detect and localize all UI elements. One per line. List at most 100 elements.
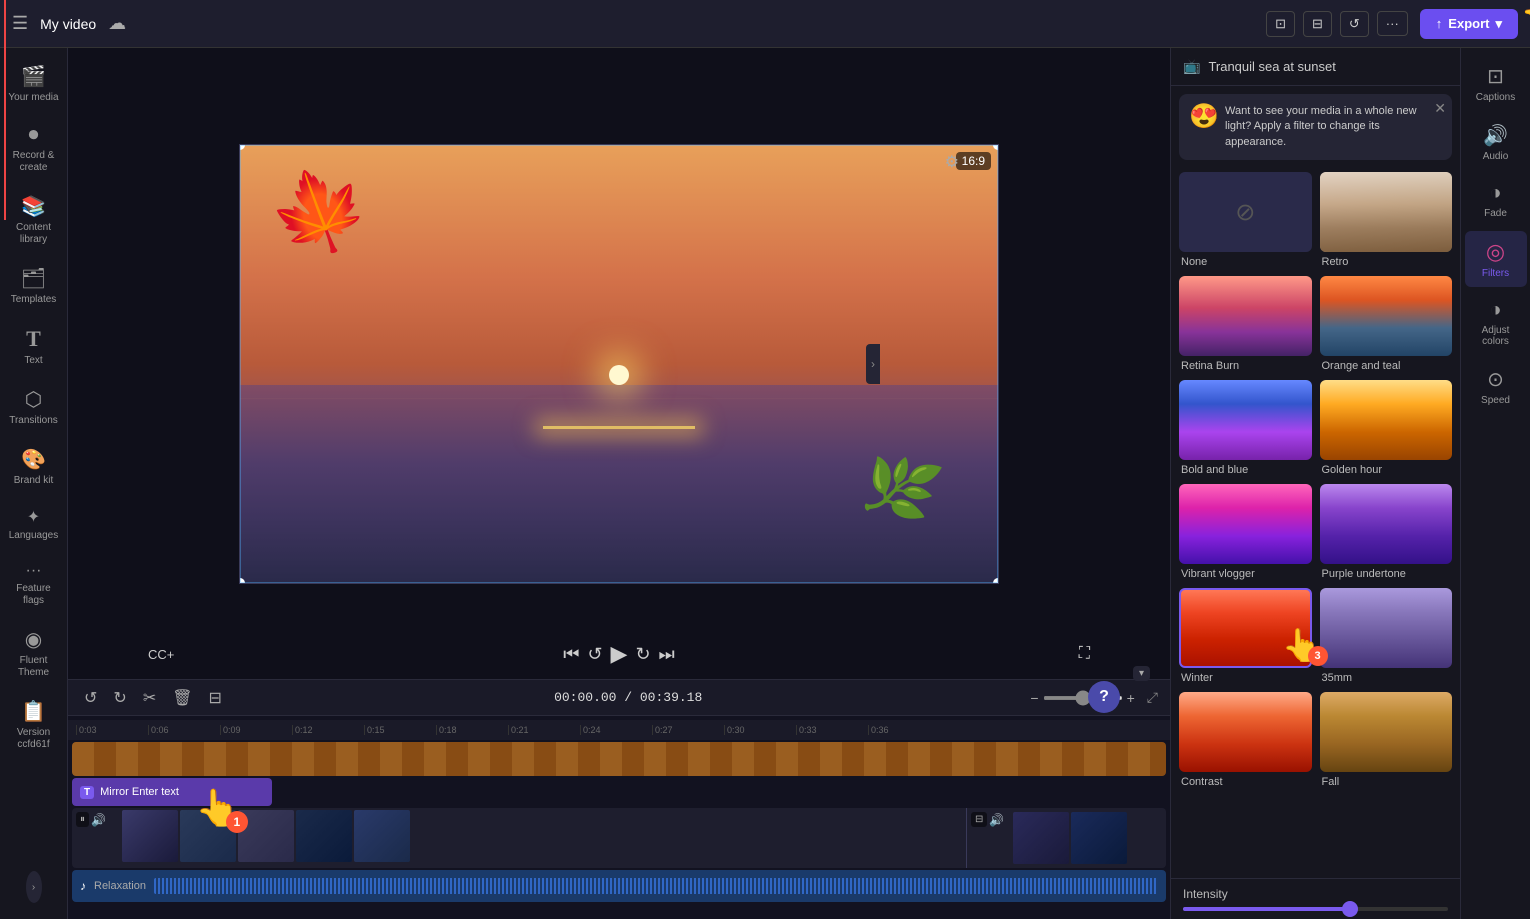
tl-redo-btn[interactable]: ↻ bbox=[109, 686, 130, 710]
sidebar-item-languages[interactable]: ✦ Languages bbox=[4, 499, 64, 550]
rewind-btn[interactable]: ↺ bbox=[583, 640, 606, 669]
text-icon: T bbox=[26, 326, 41, 352]
filter-item-retina-burn[interactable]: Retina Burn bbox=[1179, 276, 1312, 372]
video-track-vol-btn[interactable]: 🔊 bbox=[91, 813, 106, 827]
tooltip-text: Want to see your media in a whole new li… bbox=[1225, 104, 1440, 150]
sidebar-item-label-brand: Brand kit bbox=[14, 475, 53, 487]
zoom-in-btn[interactable]: + bbox=[1127, 690, 1135, 706]
timeline-content: 0:03 0:06 0:09 0:12 0:15 0:18 0:21 0:24 … bbox=[68, 716, 1170, 908]
fr-item-filters[interactable]: ◎ Filters 👆 2 bbox=[1465, 231, 1527, 287]
filter-item-bold-blue[interactable]: Bold and blue bbox=[1179, 380, 1312, 476]
tooltip-close-btn[interactable]: ✕ bbox=[1434, 100, 1446, 117]
center-area: 🍁 🌿 16:9 ⚙ › bbox=[68, 48, 1170, 919]
sidebar-item-templates[interactable]: 🗂 Templates bbox=[4, 258, 64, 314]
video-track[interactable]: ⏸ 🔊 ⊟ 🔊 bbox=[72, 808, 1166, 868]
skip-forward-btn[interactable]: ⏭ bbox=[655, 640, 679, 669]
video-frame bbox=[122, 810, 178, 862]
intensity-section: Intensity bbox=[1171, 878, 1460, 919]
export-button[interactable]: ↑ Export ▾ bbox=[1420, 9, 1518, 39]
fullscreen-btn[interactable]: ⛶ bbox=[1079, 645, 1090, 663]
filter-item-fall[interactable]: Fall bbox=[1320, 692, 1453, 788]
tl-delete-btn[interactable]: 🗑 bbox=[168, 686, 196, 710]
text-track-label: Mirror Enter text bbox=[100, 786, 179, 798]
tl-split-btn[interactable]: ⊟ bbox=[205, 686, 226, 710]
more-tool-btn[interactable]: ··· bbox=[1377, 11, 1408, 36]
filter-grid-scroll[interactable]: ⊘ None Retro Retina Burn bbox=[1171, 168, 1460, 878]
crop-tool-btn[interactable]: ⊡ bbox=[1266, 11, 1295, 37]
text-track-icon: T bbox=[80, 786, 94, 799]
audio-track[interactable]: ♪ Relaxation bbox=[72, 870, 1166, 902]
fr-item-speed[interactable]: ⊙ Speed bbox=[1465, 359, 1527, 414]
filter-item-none[interactable]: ⊘ None bbox=[1179, 172, 1312, 268]
sidebar-item-text[interactable]: T Text bbox=[4, 318, 64, 375]
intensity-knob[interactable] bbox=[1342, 901, 1358, 917]
video-frame bbox=[1071, 812, 1127, 864]
filter-item-orange-teal[interactable]: Orange and teal bbox=[1320, 276, 1453, 372]
filter-item-35mm[interactable]: 35mm bbox=[1320, 588, 1453, 684]
filter-label-contrast: Contrast bbox=[1179, 776, 1312, 788]
preview-area: 🍁 🌿 16:9 ⚙ › bbox=[68, 48, 1170, 679]
sidebar-item-record[interactable]: ⏺ Record & create bbox=[4, 116, 64, 182]
filter-thumb-fall bbox=[1320, 692, 1453, 772]
filter-item-contrast[interactable]: Contrast bbox=[1179, 692, 1312, 788]
filter-thumb-none: ⊘ bbox=[1179, 172, 1312, 252]
filter-thumb-orange-teal bbox=[1320, 276, 1453, 356]
corner-handle-br[interactable] bbox=[993, 578, 999, 584]
sidebar-item-label-fluent: Fluent Theme bbox=[8, 655, 60, 679]
filter-item-purple[interactable]: Purple undertone bbox=[1320, 484, 1453, 580]
sidebar-item-your-media[interactable]: 🎬 Your media bbox=[4, 56, 64, 112]
sidebar-item-transitions[interactable]: ⬡ Transitions bbox=[4, 379, 64, 435]
play-pause-btn[interactable]: ▶ bbox=[607, 637, 632, 671]
corner-handle-tr[interactable] bbox=[993, 144, 999, 150]
filter-item-vibrant[interactable]: Vibrant vlogger bbox=[1179, 484, 1312, 580]
sidebar-item-fluent-theme[interactable]: ◉ Fluent Theme bbox=[4, 619, 64, 687]
sidebar-item-brand[interactable]: 🎨 Brand kit bbox=[4, 439, 64, 495]
help-btn[interactable]: ? bbox=[1088, 681, 1120, 713]
brand-icon: 🎨 bbox=[21, 447, 46, 472]
ruler-mark: 0:24 bbox=[580, 725, 652, 735]
video-track-pause-btn[interactable]: ⏸ bbox=[76, 812, 89, 827]
filter-item-winter[interactable]: Winter 👆 3 bbox=[1179, 588, 1312, 684]
fr-item-audio[interactable]: 🔊 Audio bbox=[1465, 115, 1527, 170]
filter-label-purple: Purple undertone bbox=[1320, 568, 1453, 580]
sidebar-item-content-library[interactable]: 📚 Content library bbox=[4, 186, 64, 254]
ruler-mark: 0:09 bbox=[220, 725, 292, 735]
fluent-theme-icon: ◉ bbox=[25, 627, 42, 652]
hamburger-icon[interactable]: ☰ bbox=[12, 13, 28, 34]
fr-item-adjust[interactable]: ◑ Adjust colors bbox=[1465, 291, 1527, 355]
fr-item-captions[interactable]: ⊡ Captions bbox=[1465, 56, 1527, 111]
seg2-vol-btn[interactable]: 🔊 bbox=[989, 812, 1004, 827]
resize-tool-btn[interactable]: ⊟ bbox=[1303, 11, 1332, 37]
tl-undo-btn[interactable]: ↺ bbox=[80, 686, 101, 710]
filter-item-golden-hour[interactable]: Golden hour bbox=[1320, 380, 1453, 476]
sidebar-item-version[interactable]: 📋 Version ccfd61f bbox=[4, 691, 64, 759]
zoom-out-btn[interactable]: − bbox=[1030, 690, 1038, 706]
filter-label-orange-teal: Orange and teal bbox=[1320, 360, 1453, 372]
sidebar-item-feature-flags[interactable]: ··· Feature flags bbox=[4, 554, 64, 615]
adjust-icon: ◑ bbox=[1489, 299, 1501, 322]
seg2-resize-btn[interactable]: ⊟ bbox=[971, 812, 987, 827]
far-right-panel: ⊡ Captions 🔊 Audio ◑ Fade ◎ Filters 👆 2 … bbox=[1460, 48, 1530, 919]
skip-back-btn[interactable]: ⏮ bbox=[559, 640, 583, 669]
captions-btn[interactable]: CC+ bbox=[148, 647, 174, 662]
timeline-expand-btn[interactable]: ⤢ bbox=[1147, 689, 1158, 706]
undo-tool-btn[interactable]: ↺ bbox=[1340, 11, 1369, 37]
timeline-toolbar: ↺ ↻ ✂ 🗑 ⊟ 00:00.00 / 00:39.18 − + ⤢ bbox=[68, 680, 1170, 716]
filter-item-retro[interactable]: Retro bbox=[1320, 172, 1453, 268]
filter-thumb-bold-blue bbox=[1179, 380, 1312, 460]
ruler-mark: 0:03 bbox=[76, 725, 148, 735]
fr-item-fade[interactable]: ◑ Fade bbox=[1465, 174, 1527, 227]
video-frame bbox=[1013, 812, 1069, 864]
filter-grid: ⊘ None Retro Retina Burn bbox=[1179, 172, 1452, 788]
motion-track[interactable] bbox=[72, 742, 1166, 776]
video-frame bbox=[180, 810, 236, 862]
tl-cut-btn[interactable]: ✂ bbox=[139, 686, 160, 710]
forward-btn[interactable]: ↻ bbox=[631, 640, 654, 669]
filter-label-golden-hour: Golden hour bbox=[1320, 464, 1453, 476]
sidebar-collapse-btn[interactable]: › bbox=[26, 871, 42, 903]
canvas-settings-icon[interactable]: ⚙ bbox=[945, 152, 959, 172]
filter-label-bold-blue: Bold and blue bbox=[1179, 464, 1312, 476]
text-track[interactable]: T Mirror Enter text bbox=[72, 778, 272, 806]
right-panel-collapse-btn[interactable]: › bbox=[866, 344, 880, 384]
filter-panel-title: Tranquil sea at sunset bbox=[1208, 59, 1448, 74]
